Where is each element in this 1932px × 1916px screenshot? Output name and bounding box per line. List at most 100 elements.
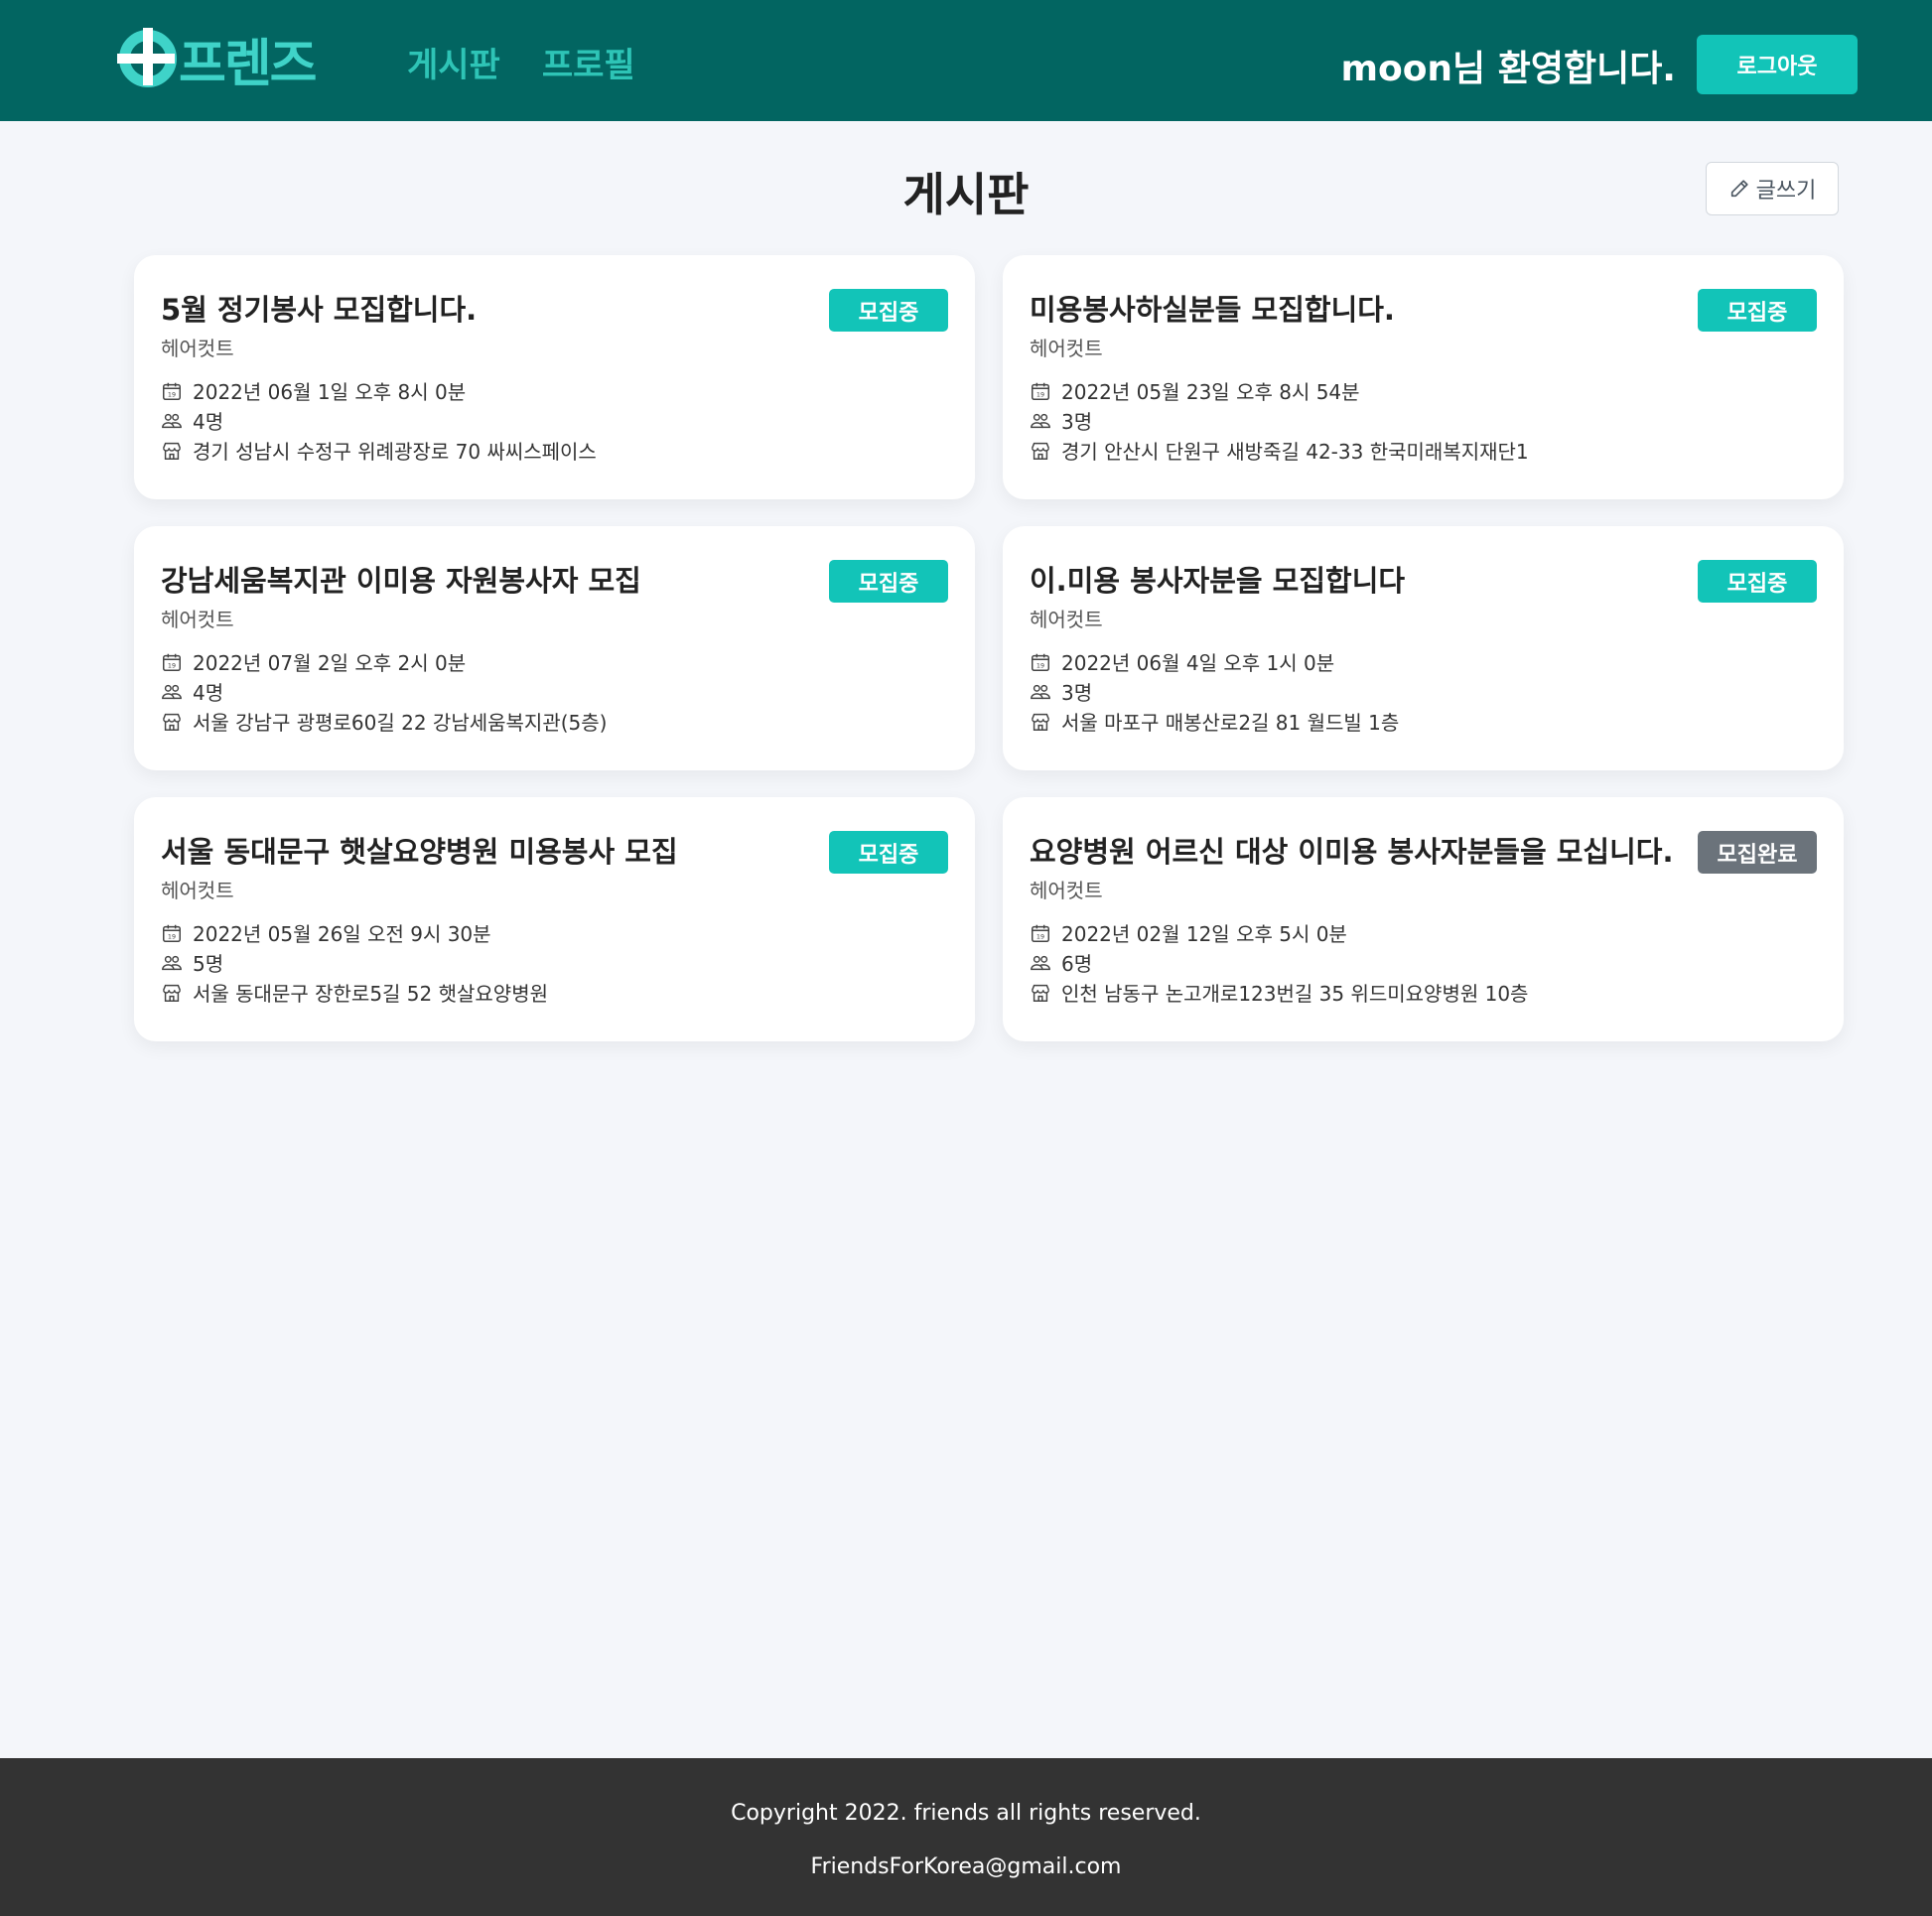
post-place: 인천 남동구 논고개로123번길 35 위드미요양병원 10층: [1061, 982, 1529, 1006]
post-date: 2022년 05월 26일 오전 9시 30분: [193, 922, 491, 946]
post-people-row: 6명: [1030, 948, 1092, 977]
shop-icon: [1032, 713, 1049, 731]
logo-text: 프렌즈: [179, 34, 318, 94]
post-place: 서울 마포구 매봉산로2길 81 월드빌 1층: [1061, 711, 1400, 735]
post-category: 헤어컷트: [1030, 337, 1103, 360]
post-title: 이.미용 봉사자분을 모집합니다: [1030, 564, 1406, 598]
post-date-row: 19 2022년 07월 2일 오후 2시 0분: [161, 647, 466, 676]
people-icon: [162, 684, 182, 699]
post-title: 서울 동대문구 햇살요양병원 미용봉사 모집: [161, 835, 678, 869]
post-people-row: 3명: [1030, 677, 1092, 706]
post-title: 강남세움복지관 이미용 자원봉사자 모집: [161, 564, 641, 598]
post-date-row: 19 2022년 06월 4일 오후 1시 0분: [1030, 647, 1334, 676]
post-place: 경기 성남시 수정구 위례광장로 70 싸씨스페이스: [193, 440, 597, 464]
nav-profile[interactable]: 프로필: [542, 38, 635, 86]
logo-ring-icon: [117, 30, 177, 87]
post-card[interactable]: 서울 동대문구 햇살요양병원 미용봉사 모집 헤어컷트 모집중 19 2022년…: [134, 797, 975, 1041]
status-badge: 모집중: [829, 831, 948, 874]
post-date: 2022년 02월 12일 오후 5시 0분: [1061, 922, 1347, 946]
post-category: 헤어컷트: [161, 608, 234, 631]
status-badge: 모집완료: [1698, 831, 1817, 874]
shop-icon: [163, 984, 181, 1002]
post-people-row: 3명: [1030, 406, 1092, 435]
welcome-message: moon님 환영합니다.: [1340, 49, 1676, 89]
svg-text:19: 19: [168, 932, 176, 940]
post-card[interactable]: 이.미용 봉사자분을 모집합니다 헤어컷트 모집중 19 2022년 06월 4…: [1003, 526, 1844, 770]
post-people-row: 4명: [161, 677, 223, 706]
page-title: 게시판: [902, 168, 1030, 221]
post-place-row: 서울 동대문구 장한로5길 52 햇살요양병원: [161, 978, 548, 1007]
post-people: 5명: [193, 952, 224, 976]
shop-icon: [163, 713, 181, 731]
logo[interactable]: 프렌즈: [117, 26, 318, 94]
post-title: 요양병원 어르신 대상 이미용 봉사자분들을 모십니다.: [1030, 835, 1674, 869]
svg-text:19: 19: [1036, 661, 1044, 669]
calendar-icon: 19: [1032, 382, 1049, 400]
calendar-icon: 19: [1032, 924, 1049, 942]
post-date: 2022년 06월 1일 오후 8시 0분: [193, 380, 467, 404]
post-title: 5월 정기봉사 모집합니다.: [161, 293, 478, 327]
post-place-row: 서울 마포구 매봉산로2길 81 월드빌 1층: [1030, 707, 1399, 736]
calendar-icon: 19: [1032, 653, 1049, 671]
post-date-row: 19 2022년 05월 26일 오전 9시 30분: [161, 918, 491, 947]
post-place-row: 경기 성남시 수정구 위례광장로 70 싸씨스페이스: [161, 436, 597, 465]
status-badge: 모집중: [829, 289, 948, 332]
post-people-row: 5명: [161, 948, 223, 977]
logout-button[interactable]: 로그아웃: [1697, 35, 1858, 94]
calendar-icon: 19: [163, 382, 181, 400]
post-place-row: 경기 안산시 단원구 새방죽길 42-33 한국미래복지재단1: [1030, 436, 1529, 465]
status-badge: 모집중: [1698, 289, 1817, 332]
post-date-row: 19 2022년 02월 12일 오후 5시 0분: [1030, 918, 1347, 947]
post-card[interactable]: 요양병원 어르신 대상 이미용 봉사자분들을 모십니다. 헤어컷트 모집완료 1…: [1003, 797, 1844, 1041]
post-place: 경기 안산시 단원구 새방죽길 42-33 한국미래복지재단1: [1061, 440, 1529, 464]
post-date: 2022년 05월 23일 오후 8시 54분: [1061, 380, 1360, 404]
shop-icon: [1032, 984, 1049, 1002]
post-place: 서울 강남구 광평로60길 22 강남세움복지관(5층): [193, 711, 608, 735]
post-people: 4명: [193, 681, 224, 705]
main-nav: 게시판 프로필: [407, 38, 635, 86]
svg-text:19: 19: [1036, 390, 1044, 398]
post-card[interactable]: 강남세움복지관 이미용 자원봉사자 모집 헤어컷트 모집중 19 2022년 0…: [134, 526, 975, 770]
people-icon: [1031, 684, 1050, 699]
post-date: 2022년 06월 4일 오후 1시 0분: [1061, 651, 1335, 675]
post-place-row: 서울 강남구 광평로60길 22 강남세움복지관(5층): [161, 707, 607, 736]
post-card[interactable]: 미용봉사하실분들 모집합니다. 헤어컷트 모집중 19 2022년 05월 23…: [1003, 255, 1844, 499]
nav-board[interactable]: 게시판: [407, 38, 500, 86]
pencil-icon: [1730, 180, 1748, 198]
svg-text:19: 19: [168, 661, 176, 669]
header: 프렌즈 게시판 프로필 moon님 환영합니다. 로그아웃: [0, 0, 1932, 121]
write-button[interactable]: 글쓰기: [1706, 162, 1839, 215]
post-category: 헤어컷트: [161, 879, 234, 902]
footer-email: FriendsForKorea@gmail.com: [810, 1854, 1122, 1879]
post-people-row: 4명: [161, 406, 223, 435]
people-icon: [162, 413, 182, 428]
post-place-row: 인천 남동구 논고개로123번길 35 위드미요양병원 10층: [1030, 978, 1528, 1007]
post-people: 6명: [1061, 952, 1093, 976]
footer-copyright: Copyright 2022. friends all rights reser…: [731, 1801, 1201, 1826]
post-people: 4명: [193, 410, 224, 434]
post-category: 헤어컷트: [1030, 879, 1103, 902]
shop-icon: [163, 442, 181, 460]
post-category: 헤어컷트: [161, 337, 234, 360]
people-icon: [1031, 413, 1050, 428]
svg-text:19: 19: [1036, 932, 1044, 940]
post-date: 2022년 07월 2일 오후 2시 0분: [193, 651, 467, 675]
post-title: 미용봉사하실분들 모집합니다.: [1030, 293, 1395, 327]
shop-icon: [1032, 442, 1049, 460]
post-date-row: 19 2022년 05월 23일 오후 8시 54분: [1030, 376, 1360, 405]
calendar-icon: 19: [163, 653, 181, 671]
post-people: 3명: [1061, 681, 1093, 705]
svg-text:19: 19: [168, 390, 176, 398]
post-date-row: 19 2022년 06월 1일 오후 8시 0분: [161, 376, 466, 405]
post-place: 서울 동대문구 장한로5길 52 햇살요양병원: [193, 982, 549, 1006]
status-badge: 모집중: [829, 560, 948, 603]
post-category: 헤어컷트: [1030, 608, 1103, 631]
footer: Copyright 2022. friends all rights reser…: [0, 1758, 1932, 1916]
post-people: 3명: [1061, 410, 1093, 434]
people-icon: [162, 955, 182, 970]
write-button-label: 글쓰기: [1755, 179, 1817, 204]
calendar-icon: 19: [163, 924, 181, 942]
post-card[interactable]: 5월 정기봉사 모집합니다. 헤어컷트 모집중 19 2022년 06월 1일 …: [134, 255, 975, 499]
people-icon: [1031, 955, 1050, 970]
status-badge: 모집중: [1698, 560, 1817, 603]
